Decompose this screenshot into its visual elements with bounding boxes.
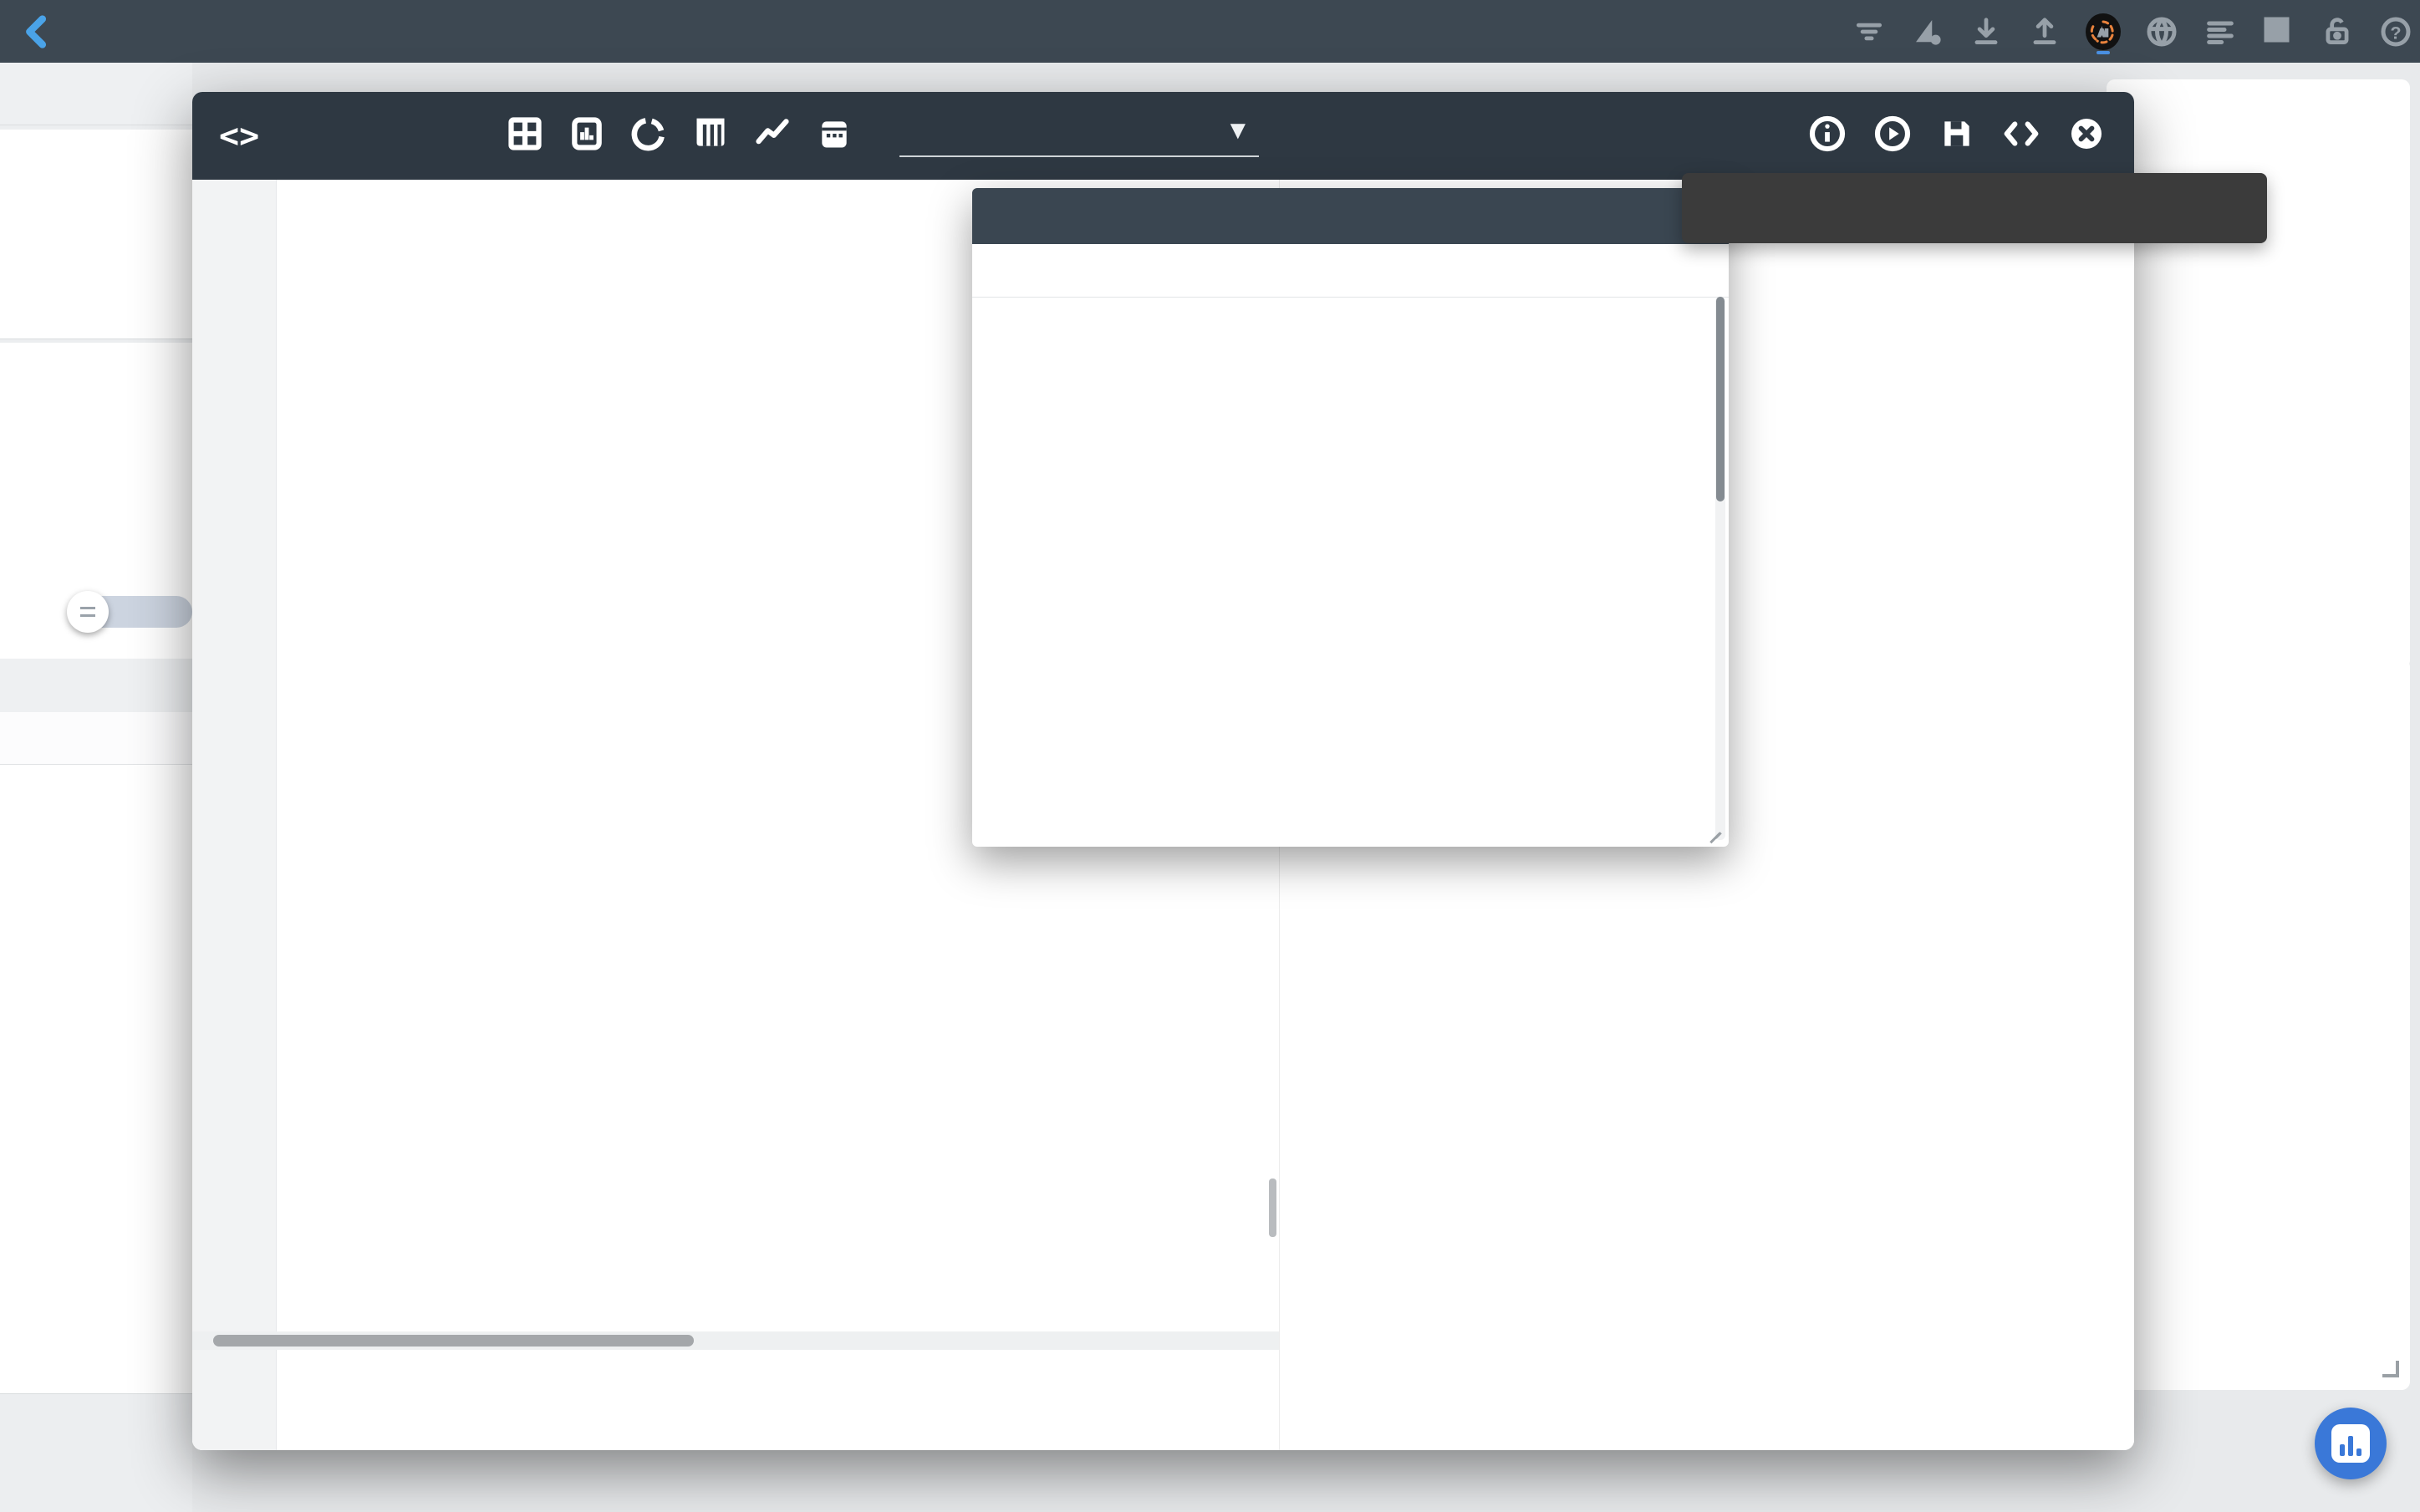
calls-kpi-label [0, 130, 192, 143]
close-icon[interactable] [2067, 115, 2106, 157]
field-panel-scroll-thumb[interactable] [1716, 297, 1725, 501]
top-bar: AI ? [0, 0, 2420, 63]
chevron-down-icon: ▼ [1225, 115, 1251, 145]
globe-icon[interactable] [2144, 14, 2179, 49]
select-chart-dropdown[interactable]: ▼ [899, 115, 1259, 157]
field-panel-header[interactable]: ▲ [972, 188, 1729, 244]
save-icon[interactable] [1939, 115, 1975, 156]
calls-kpi-value [0, 143, 192, 158]
code-editor-icon: <> [219, 117, 259, 155]
calendar-chart-icon[interactable] [816, 115, 853, 156]
add-widget-button[interactable] [2315, 1408, 2387, 1479]
donut-chart-icon[interactable] [630, 115, 667, 156]
columns-chart-icon[interactable] [692, 115, 729, 156]
chart-settings-icon[interactable] [1910, 14, 1945, 49]
field-list-panel: ▲ [972, 188, 1729, 847]
back-icon[interactable] [18, 13, 57, 51]
complaint-wordcloud-card [2107, 659, 2410, 1390]
svg-text:?: ? [2390, 22, 2401, 43]
editor-action-toolbar [1808, 92, 2106, 180]
info-icon[interactable] [1808, 115, 1847, 157]
recent-trend-chart[interactable] [2107, 79, 2410, 669]
council-district-header [0, 659, 192, 713]
time-range-slider-handle[interactable] [67, 591, 109, 633]
filters-sidebar [0, 63, 192, 1512]
field-table-body [972, 297, 1713, 847]
help-icon[interactable]: ? [2378, 14, 2413, 49]
ai-logo: AI [2086, 13, 2121, 50]
download-icon[interactable] [1969, 14, 2004, 49]
grid-dots-icon[interactable] [2261, 14, 2296, 49]
recent-trend-card [2107, 79, 2410, 669]
bar-chart-icon [2331, 1424, 2370, 1463]
field-table-header [972, 244, 1729, 298]
code-hscroll-thumb[interactable] [213, 1335, 694, 1347]
run-icon[interactable] [1873, 115, 1912, 157]
ai-assistant-icon[interactable]: AI [2086, 14, 2121, 49]
grid-chart-icon[interactable] [507, 115, 543, 156]
lock-icon[interactable] [2320, 14, 2355, 49]
calls-kpi-card [0, 130, 192, 339]
upload-icon[interactable] [2027, 14, 2062, 49]
incident-zip-card [0, 712, 192, 1394]
filters-header [0, 63, 192, 125]
incident-zip-column-header[interactable] [0, 712, 192, 765]
field-panel-scrollbar[interactable] [1715, 297, 1725, 840]
clipboard-toast [1682, 173, 2267, 243]
app-root: AI ? [0, 0, 2420, 1512]
align-left-icon[interactable] [2203, 14, 2238, 49]
topbar-icon-group: AI ? [1852, 0, 2413, 63]
wordcloud-resize-handle[interactable] [2382, 1361, 2399, 1377]
code-vscroll-thumb[interactable] [1269, 1179, 1276, 1237]
filter-icon[interactable] [1852, 14, 1887, 49]
svg-text:AI: AI [2099, 28, 2108, 38]
field-panel-resize-handle[interactable] [1707, 825, 1724, 842]
time-range-label [0, 343, 192, 354]
chart-type-toolbar [507, 115, 853, 156]
code-editor-header: <> ▼ [192, 92, 2134, 180]
code-horizontal-scrollbar[interactable] [192, 1331, 1279, 1350]
code-icon[interactable] [2002, 115, 2040, 157]
trend-chart-icon[interactable] [754, 115, 791, 156]
beta-badge [2096, 51, 2110, 54]
line-number-gutter [192, 180, 277, 1450]
bar-chart-icon[interactable] [568, 115, 605, 156]
